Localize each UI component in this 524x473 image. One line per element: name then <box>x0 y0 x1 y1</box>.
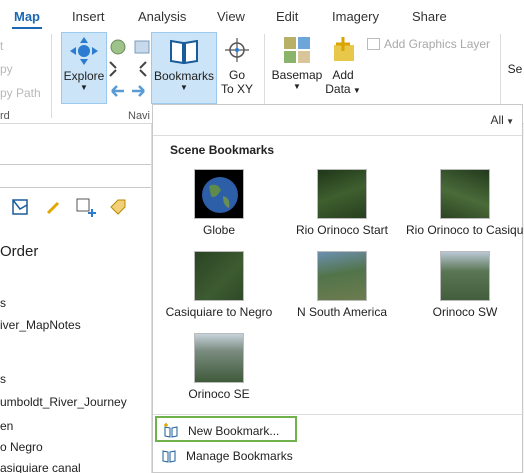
bookmarks-dropdown: All ▼ Scene Bookmarks Globe Rio Orinoco … <box>152 104 524 473</box>
layer-item[interactable]: o Negro <box>0 440 43 454</box>
manage-bookmarks-icon <box>162 450 176 463</box>
go-to-line1: Go <box>228 68 245 82</box>
map-small-icon[interactable] <box>133 38 151 56</box>
chevron-down-icon: ▼ <box>293 82 301 91</box>
add-data-line2: Data ▼ <box>325 82 361 96</box>
ribbon-separator <box>51 34 52 118</box>
add-data-icon <box>334 37 354 61</box>
layer-item[interactable]: s <box>0 296 6 310</box>
chevron-down-icon: ▼ <box>180 83 188 92</box>
bookmark-label: Orinoco SE <box>188 387 250 401</box>
tab-insert[interactable]: Insert <box>72 9 105 24</box>
contents-toolbar <box>0 192 151 220</box>
tab-edit[interactable]: Edit <box>276 9 298 24</box>
bookmark-thumbnail <box>317 251 367 301</box>
layer-item[interactable]: asiquiare canal <box>0 461 81 473</box>
tab-analysis[interactable]: Analysis <box>138 9 186 24</box>
bookmark-orinoco-sw[interactable]: Orinoco SW <box>406 251 524 319</box>
contents-search-input[interactable] <box>0 164 151 188</box>
chevron-down-icon: ▼ <box>80 83 88 92</box>
globe-small-icon[interactable] <box>109 38 127 56</box>
clipboard-group-label: rd <box>0 110 10 122</box>
full-extent-icon[interactable] <box>108 60 148 78</box>
drawing-order-heading: Order <box>0 243 39 260</box>
bookmark-thumbnail <box>194 333 244 383</box>
bookmark-label: Casiquiare to Negro <box>165 305 273 319</box>
pencil-icon[interactable] <box>44 197 64 217</box>
tab-imagery[interactable]: Imagery <box>332 9 379 24</box>
bookmark-thumbnail <box>440 169 490 219</box>
chevron-down-icon: ▼ <box>503 117 514 126</box>
bookmark-thumbnail <box>317 169 367 219</box>
bookmark-label: N South America <box>296 305 388 319</box>
bookmarks-label: Bookmarks <box>153 69 215 83</box>
manage-bookmarks-label: Manage Bookmarks <box>186 449 293 463</box>
divider <box>153 135 522 136</box>
bookmark-label: Rio Orinoco to Casiquiare <box>406 223 524 237</box>
add-feature-icon[interactable] <box>75 197 97 217</box>
bookmark-rio-orinoco-start[interactable]: Rio Orinoco Start <box>283 169 401 237</box>
layer-item[interactable]: umboldt_River_Journey <box>0 395 127 409</box>
bookmark-casiquiare-to-negro[interactable]: Casiquiare to Negro <box>160 251 278 319</box>
layer-item[interactable]: en <box>0 419 13 433</box>
bookmark-label: Orinoco SW <box>432 305 498 319</box>
tab-map[interactable]: Map <box>12 9 42 29</box>
bookmark-filter-dropdown[interactable]: All ▼ <box>491 113 514 127</box>
bookmark-label: Rio Orinoco Start <box>295 223 389 237</box>
ribbon-tab-bar: Map Insert Analysis View Edit Imagery Sh… <box>0 0 524 30</box>
bookmark-thumbnail <box>194 169 244 219</box>
explore-icon <box>70 37 98 65</box>
new-bookmark-menu-item[interactable]: New Bookmark... <box>155 416 297 442</box>
copy-button[interactable]: py <box>0 62 13 76</box>
bookmark-orinoco-se[interactable]: Orinoco SE <box>160 333 278 401</box>
copy-path-button[interactable]: py Path <box>0 86 41 100</box>
bookmark-n-south-america[interactable]: N South America <box>283 251 401 319</box>
tab-view[interactable]: View <box>217 9 245 24</box>
go-to-line2: To XY <box>220 82 253 96</box>
bookmarks-button[interactable]: Bookmarks ▼ <box>151 32 217 104</box>
contents-pane: Order s iver_MapNotes s umboldt_River_Jo… <box>0 124 152 473</box>
polygon-icon[interactable] <box>10 197 30 217</box>
go-to-xy-button[interactable]: Go To XY <box>219 32 255 104</box>
bookmarks-book-icon <box>170 39 198 65</box>
select-button[interactable]: Se <box>506 62 524 76</box>
bookmark-label: Globe <box>202 223 236 237</box>
bookmark-thumbnail <box>194 251 244 301</box>
cut-button[interactable]: t <box>0 39 3 53</box>
basemap-button[interactable]: Basemap ▼ <box>271 32 323 104</box>
previous-next-extent-icon[interactable] <box>108 82 148 100</box>
add-data-button[interactable]: Add Data ▼ <box>325 32 361 104</box>
graphics-layer-icon <box>367 38 380 50</box>
divider <box>153 414 522 415</box>
new-bookmark-icon <box>164 423 178 438</box>
add-data-line1: Add <box>332 68 354 82</box>
manage-bookmarks-menu-item[interactable]: Manage Bookmarks <box>155 443 295 469</box>
basemap-label: Basemap <box>271 68 323 82</box>
new-bookmark-label: New Bookmark... <box>188 424 280 438</box>
scene-bookmarks-title: Scene Bookmarks <box>170 143 275 157</box>
basemap-grid-icon <box>284 37 310 63</box>
navigate-group-label: Navi <box>128 110 151 122</box>
tab-share[interactable]: Share <box>412 9 447 24</box>
explore-button[interactable]: Explore ▼ <box>61 32 107 104</box>
layer-item[interactable]: s <box>0 372 6 386</box>
layer-item[interactable]: iver_MapNotes <box>0 318 81 332</box>
crosshair-icon <box>225 38 249 62</box>
explore-label: Explore <box>63 69 105 83</box>
tag-icon[interactable] <box>108 197 128 217</box>
bookmark-globe[interactable]: Globe <box>160 169 278 237</box>
bookmark-thumbnail <box>440 251 490 301</box>
bookmark-rio-orinoco-to-casiquiare[interactable]: Rio Orinoco to Casiquiare <box>406 169 524 237</box>
add-graphics-layer-button[interactable]: Add Graphics Layer <box>367 37 490 51</box>
